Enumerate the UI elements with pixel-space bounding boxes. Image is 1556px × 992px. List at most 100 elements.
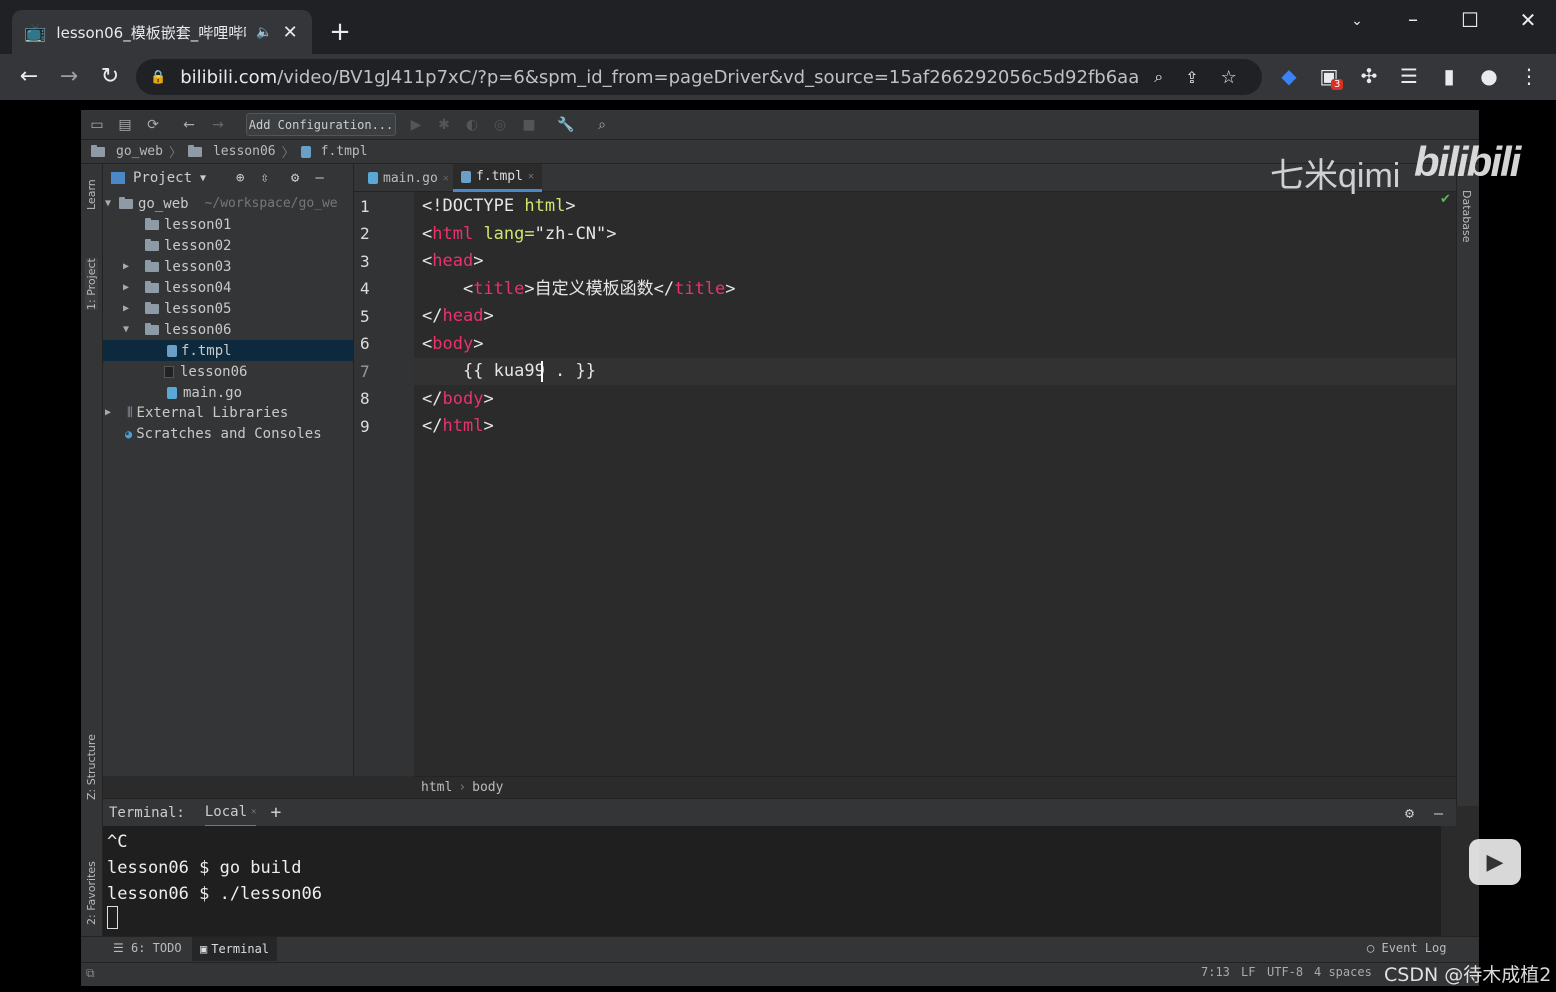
collapsed-arrow-icon[interactable]: ▶ <box>105 407 127 418</box>
browser-menu-icon[interactable]: ⋮ <box>1514 61 1544 91</box>
terminal-tab-local[interactable]: Local ✕ <box>204 799 257 827</box>
inspection-ok-icon[interactable]: ✔ <box>1440 192 1451 207</box>
gear-icon[interactable]: ⚙ <box>291 170 299 186</box>
code-line-2[interactable]: <html lang="zh-CN"> <box>422 221 617 248</box>
tree-item-lesson02[interactable]: lesson02 <box>103 235 354 256</box>
chevron-down-icon[interactable]: ▼ <box>200 173 206 184</box>
tab-search-icon[interactable]: ⌄ <box>1342 6 1372 36</box>
nav-crumb-folder[interactable]: lesson06 <box>213 144 276 159</box>
open-folder-icon[interactable]: ▭ <box>87 115 107 135</box>
line-separator[interactable]: LF <box>1241 965 1255 979</box>
add-configuration-button[interactable]: Add Configuration... <box>246 113 396 136</box>
close-icon[interactable]: ✕ <box>528 171 534 182</box>
code-line-1[interactable]: <!DOCTYPE html> <box>422 193 576 220</box>
line-number: 9 <box>360 417 370 436</box>
close-icon[interactable]: ✕ <box>251 807 256 817</box>
code-line-7[interactable]: {{ kua99 . }} <box>422 358 596 385</box>
event-log-tool-tab[interactable]: ◯ Event Log <box>1367 941 1447 955</box>
browser-tab[interactable]: 📺 lesson06_模板嵌套_哔哩哔哩 🔈 ✕ <box>12 10 312 54</box>
code-line-3[interactable]: <head> <box>422 248 483 275</box>
reading-list-icon[interactable]: ☰ <box>1394 61 1424 91</box>
collapsed-arrow-icon[interactable]: ▶ <box>123 303 145 314</box>
extensions-puzzle-icon[interactable]: ✣ <box>1354 61 1384 91</box>
sync-icon[interactable]: ⟳ <box>143 115 163 135</box>
run-icon[interactable]: ▶ <box>406 115 426 135</box>
tree-item-main-go[interactable]: main.go <box>103 382 354 403</box>
maximize-icon[interactable]: ☐ <box>1455 5 1485 35</box>
address-bar[interactable]: 🔒 bilibili.com/video/BV1gJ411p7xC/?p=6&s… <box>136 59 1262 95</box>
line-number: 5 <box>360 307 370 326</box>
database-tool-tab[interactable]: Database <box>1460 190 1473 243</box>
tree-item-go-web[interactable]: ▼ go_web ~/workspace/go_we <box>103 193 354 214</box>
minimize-icon[interactable]: – <box>1398 4 1428 34</box>
tree-item-external-libraries[interactable]: ▶ ⫼ External Libraries <box>103 402 354 423</box>
code-line-8[interactable]: </body> <box>422 386 494 413</box>
code-line-5[interactable]: </head> <box>422 303 494 330</box>
learn-tool-tab[interactable]: Learn <box>85 179 98 210</box>
new-tab-icon[interactable]: + <box>325 17 355 47</box>
project-tool-tab[interactable]: 1: Project <box>85 258 98 310</box>
forward-icon[interactable]: → <box>54 61 84 91</box>
tree-item-lesson04[interactable]: ▶ lesson04 <box>103 277 354 298</box>
window-close-icon[interactable]: ✕ <box>1513 5 1543 35</box>
share-icon[interactable]: ⇪ <box>1185 68 1198 87</box>
file-encoding[interactable]: UTF-8 <box>1267 965 1303 979</box>
tree-item-f-tmpl[interactable]: f.tmpl <box>103 340 354 361</box>
terminal-gear-icon[interactable]: ⚙ <box>1405 804 1414 822</box>
bilibili-tv-icon[interactable]: ▶ <box>1469 839 1521 885</box>
folder-icon <box>145 280 159 293</box>
reload-icon[interactable]: ↻ <box>95 61 125 91</box>
tree-item-lesson06[interactable]: ▼ lesson06 <box>103 319 354 340</box>
side-panel-icon[interactable]: ▮ <box>1434 61 1464 91</box>
zoom-icon[interactable]: ⌕ <box>1154 67 1163 87</box>
hide-panel-icon[interactable]: — <box>315 170 323 186</box>
close-tab-icon[interactable]: ✕ <box>283 22 298 43</box>
profile-icon[interactable]: ◎ <box>490 115 510 135</box>
code-line-9[interactable]: </html> <box>422 413 494 440</box>
expanded-arrow-icon[interactable]: ▼ <box>105 198 119 209</box>
structure-tool-tab[interactable]: Z: Structure <box>85 734 98 800</box>
back-icon[interactable]: ← <box>14 61 44 91</box>
tree-item-lesson06-binary[interactable]: lesson06 <box>103 361 354 382</box>
extension-shield-icon[interactable]: ◆ <box>1274 61 1304 91</box>
terminal-hide-icon[interactable]: — <box>1434 804 1443 822</box>
bookmark-star-icon[interactable]: ☆ <box>1221 67 1237 88</box>
search-everywhere-icon[interactable]: ⌕ <box>592 115 612 135</box>
terminal-tool-tab[interactable]: ▣ Terminal <box>192 937 278 961</box>
collapsed-arrow-icon[interactable]: ▶ <box>123 261 145 272</box>
nav-crumb-project[interactable]: go_web <box>116 144 163 159</box>
stop-icon[interactable]: ■ <box>519 115 539 135</box>
tree-item-lesson05[interactable]: ▶ lesson05 <box>103 298 354 319</box>
favorites-tool-tab[interactable]: 2: Favorites <box>85 861 98 925</box>
nav-forward-icon[interactable]: → <box>208 115 228 135</box>
wrench-icon[interactable]: 🔧 <box>556 115 576 135</box>
crumb-body[interactable]: body <box>472 780 503 795</box>
tree-item-scratches[interactable]: ◕ Scratches and Consoles <box>103 423 354 444</box>
tab-main-go[interactable]: main.go ✕ <box>360 164 457 192</box>
project-view-selector[interactable]: Project <box>133 170 192 186</box>
close-icon[interactable]: ✕ <box>443 173 449 184</box>
code-line-4[interactable]: <title>自定义模板函数</title> <box>422 276 736 303</box>
caret-position[interactable]: 7:13 <box>1201 965 1230 979</box>
folder-icon <box>119 196 133 209</box>
speaker-icon[interactable]: 🔈 <box>256 25 272 40</box>
indent-setting[interactable]: 4 spaces <box>1314 965 1372 979</box>
code-line-6[interactable]: <body> <box>422 331 483 358</box>
tree-item-lesson01[interactable]: lesson01 <box>103 214 354 235</box>
expanded-arrow-icon[interactable]: ▼ <box>123 324 145 335</box>
save-icon[interactable]: ▤ <box>115 115 135 135</box>
collapse-all-icon[interactable]: ⇳ <box>260 170 268 186</box>
profile-avatar-icon[interactable]: ● <box>1474 61 1504 91</box>
crumb-html[interactable]: html <box>421 780 452 795</box>
todo-tool-tab[interactable]: ☰ 6: TODO <box>113 941 182 955</box>
tree-item-lesson03[interactable]: ▶ lesson03 <box>103 256 354 277</box>
nav-crumb-file[interactable]: f.tmpl <box>321 144 368 159</box>
new-terminal-icon[interactable]: + <box>270 802 281 823</box>
coverage-icon[interactable]: ◐ <box>462 115 482 135</box>
locate-icon[interactable]: ⊕ <box>236 170 244 186</box>
toggle-tool-windows-icon[interactable]: ⧉ <box>86 966 95 981</box>
collapsed-arrow-icon[interactable]: ▶ <box>123 282 145 293</box>
nav-back-icon[interactable]: ← <box>179 115 199 135</box>
tab-f-tmpl[interactable]: f.tmpl ✕ <box>453 164 542 192</box>
debug-icon[interactable]: ✱ <box>434 115 454 135</box>
